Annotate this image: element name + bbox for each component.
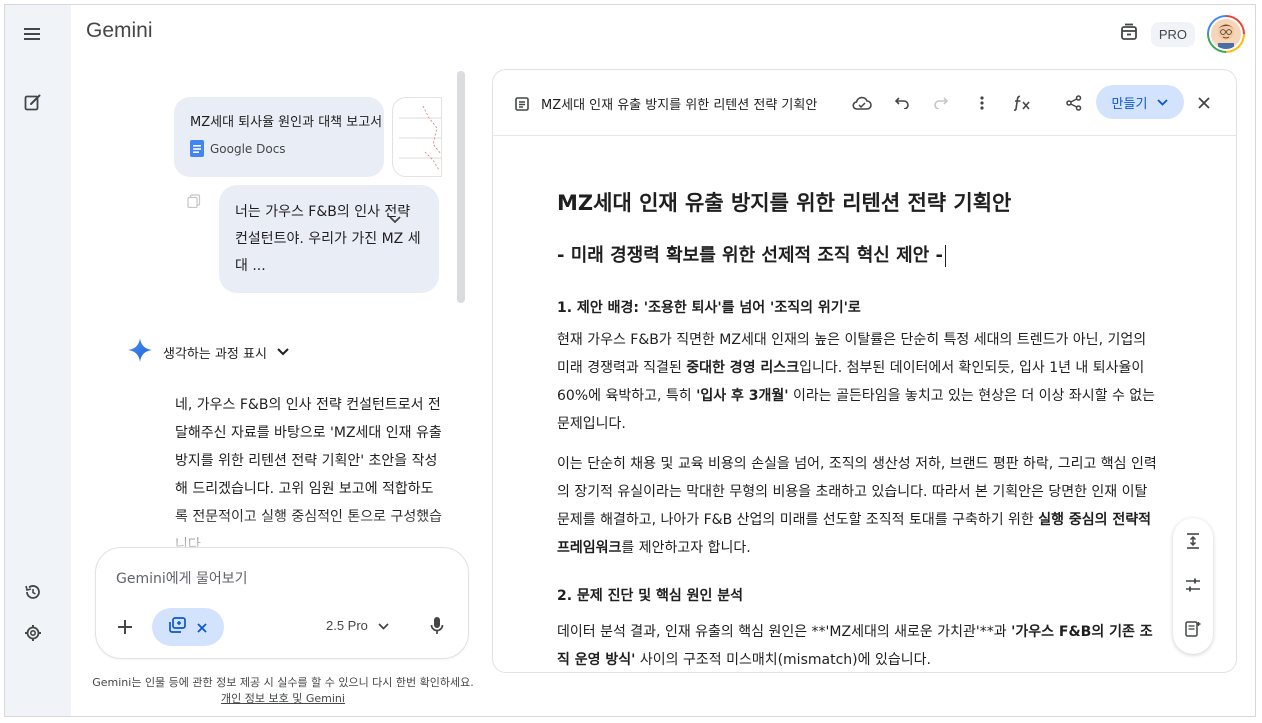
gemini-spark-icon <box>127 337 153 367</box>
attachment-thumbnail[interactable] <box>392 97 442 177</box>
document-body[interactable]: MZ세대 인재 유출 방지를 위한 리텐션 전략 기획안 - 미래 경쟁력 확보… <box>557 188 1157 672</box>
microphone-icon[interactable] <box>430 616 444 640</box>
user-message: 너는 가우스 F&B의 인사 전략 컨설턴트야. 우리가 가진 MZ 세대 ..… <box>219 185 439 293</box>
share-icon[interactable] <box>1063 92 1085 114</box>
document-icon <box>515 96 529 115</box>
close-icon[interactable] <box>1193 92 1215 114</box>
prompt-input[interactable]: Gemini에게 물어보기 <box>116 568 247 588</box>
expand-chevron-icon[interactable] <box>389 207 401 234</box>
paragraph: 데이터 분석 결과, 인재 유출의 핵심 원인은 **'MZ세대의 새로운 가치… <box>557 624 1153 668</box>
copy-icon[interactable] <box>187 193 201 212</box>
remove-tool-close-icon[interactable] <box>197 618 207 637</box>
model-label: 2.5 Pro <box>326 618 368 633</box>
new-chat-edit-icon[interactable] <box>19 88 47 116</box>
plan-badge[interactable]: PRO <box>1150 21 1195 47</box>
document-subheading: - 미래 경쟁력 확보를 위한 선제적 조직 혁신 제안 - <box>557 242 1157 270</box>
make-button[interactable]: 만들기 <box>1096 85 1184 119</box>
disclaimer: Gemini는 인물 등에 관한 정보 제공 시 실수를 할 수 있으니 다시 … <box>92 676 474 705</box>
app-title[interactable]: Gemini <box>86 19 153 43</box>
section-1-title: 1. 제안 배경: '조용한 퇴사'를 넘어 '조직의 위기'로 <box>557 300 861 316</box>
temporary-chat-icon[interactable] <box>1119 22 1139 46</box>
cloud-save-icon[interactable] <box>851 92 873 114</box>
chevron-down-icon <box>378 618 389 633</box>
document-heading: MZ세대 인재 유출 방지를 위한 리텐션 전략 기획안 <box>557 191 1012 215</box>
chat-panel: MZ세대 퇴사율 원인과 대책 보고서 Google Docs 너는 가우스 F… <box>71 61 485 716</box>
canvas-tool-chip[interactable] <box>152 608 224 646</box>
more-vert-icon[interactable] <box>971 92 993 114</box>
privacy-link[interactable]: 개인 정보 보호 및 Gemini <box>221 692 345 705</box>
paragraph: 이는 단순히 채용 및 교육 비용의 손실을 넘어, 조직의 생산성 저하, 브… <box>557 456 1157 556</box>
canvas-document-panel: MZ세대 인재 유출 방지를 위한 리텐션 전략 기획안 만들기 MZ세대 인재… <box>492 69 1237 673</box>
show-thinking-toggle[interactable]: 생각하는 과정 표시 <box>127 337 289 367</box>
text-cursor <box>944 245 946 267</box>
section-2-title: 2. 문제 진단 및 핵심 원인 분석 <box>557 588 743 604</box>
redo-icon[interactable] <box>930 92 952 114</box>
chat-scrollbar[interactable] <box>457 71 465 303</box>
attachment-title: MZ세대 퇴사율 원인과 대책 보고서 <box>190 115 383 130</box>
undo-icon[interactable] <box>891 92 913 114</box>
history-icon[interactable] <box>19 578 47 606</box>
avatar[interactable] <box>1207 15 1245 53</box>
chevron-down-icon <box>1157 95 1169 110</box>
attachment-source: Google Docs <box>190 140 368 157</box>
canvas-icon <box>169 617 187 637</box>
menu-icon[interactable] <box>19 20 47 48</box>
model-selector[interactable]: 2.5 Pro <box>326 618 389 633</box>
function-fx-icon[interactable] <box>1011 92 1033 114</box>
prompt-box[interactable]: Gemini에게 물어보기 2.5 Pro <box>95 547 469 659</box>
paragraph: 현재 가우스 F&B가 직면한 MZ세대 인재의 높은 이탈률은 단순히 특정 … <box>557 332 1156 432</box>
document-title: MZ세대 인재 유출 방지를 위한 리텐션 전략 기획안 <box>541 98 818 113</box>
tune-sliders-icon[interactable] <box>1182 574 1204 596</box>
header-actions: PRO <box>1119 15 1245 53</box>
document-toolbar: MZ세대 인재 유출 방지를 위한 리텐션 전략 기획안 만들기 <box>493 70 1236 136</box>
attachment-card[interactable]: MZ세대 퇴사율 원인과 대책 보고서 Google Docs <box>174 97 384 177</box>
google-docs-icon <box>190 140 204 157</box>
add-notes-icon[interactable] <box>1182 618 1204 640</box>
make-button-label: 만들기 <box>1111 96 1148 112</box>
add-files-plus-icon[interactable] <box>112 614 138 640</box>
app-window: Gemini PRO MZ세대 퇴사율 원인과 대책 보고서 Google Do… <box>4 4 1256 717</box>
chevron-down-icon <box>277 345 289 360</box>
length-adjust-icon[interactable] <box>1182 530 1204 552</box>
side-rail <box>5 5 71 716</box>
floating-edit-tools <box>1173 518 1213 654</box>
thinking-label: 생각하는 과정 표시 <box>163 346 267 362</box>
gear-icon[interactable] <box>19 619 47 647</box>
